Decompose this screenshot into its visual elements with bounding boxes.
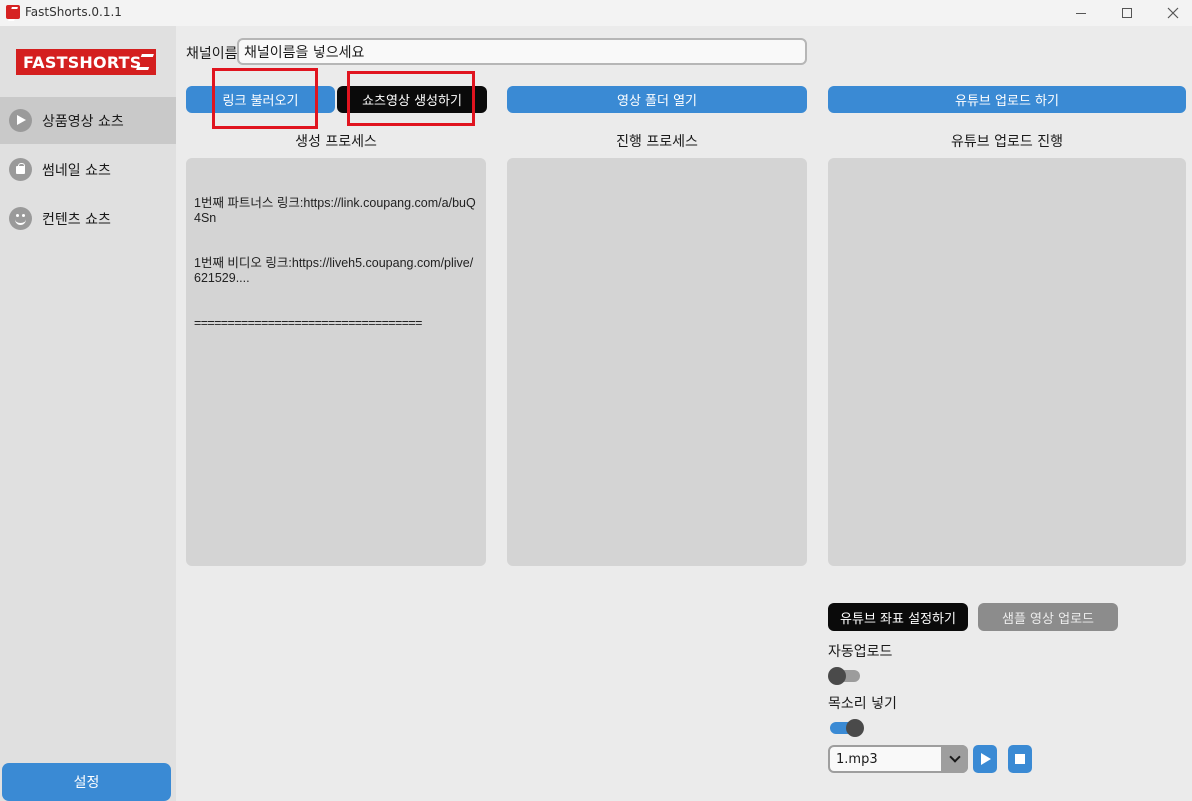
upload-progress-panel[interactable] bbox=[828, 158, 1186, 566]
maximize-button[interactable] bbox=[1104, 0, 1150, 26]
stop-voice-button[interactable] bbox=[1008, 745, 1032, 773]
brand-logo-text: FASTSHORTS bbox=[23, 52, 142, 72]
toggle-knob bbox=[828, 667, 846, 685]
channel-name-input[interactable] bbox=[237, 38, 807, 65]
sidebar-item-label: 상품영상 쇼츠 bbox=[42, 113, 124, 130]
channel-name-label: 채널이름 bbox=[186, 46, 238, 62]
auto-upload-toggle[interactable] bbox=[828, 667, 860, 685]
voice-file-value: 1.mp3 bbox=[836, 751, 878, 767]
sidebar: FASTSHORTS 상품영상 쇼츠 썸네일 쇼츠 컨텐츠 쇼츠 설정 bbox=[0, 26, 176, 801]
app-window: FastShorts.0.1.1 FASTSHORTS 상품영상 쇼츠 썸네일 … bbox=[0, 0, 1192, 801]
sample-video-upload-button[interactable]: 샘플 영상 업로드 bbox=[978, 603, 1118, 631]
bag-icon bbox=[9, 158, 32, 181]
toggle-knob bbox=[846, 719, 864, 737]
chevron-down-icon[interactable] bbox=[941, 745, 968, 773]
sidebar-item-content-shorts[interactable]: 컨텐츠 쇼츠 bbox=[0, 195, 176, 242]
settings-button[interactable]: 설정 bbox=[2, 763, 171, 801]
maximize-icon bbox=[1122, 8, 1132, 18]
annotation-box-load-links bbox=[212, 68, 318, 129]
log-line: 1번째 파트너스 링크:https://link.coupang.com/a/b… bbox=[194, 196, 476, 225]
auto-upload-label: 자동업로드 bbox=[828, 644, 893, 660]
play-voice-button[interactable] bbox=[973, 745, 997, 773]
play-icon bbox=[9, 109, 32, 132]
progress-process-panel[interactable] bbox=[507, 158, 807, 566]
sidebar-item-product-shorts[interactable]: 상품영상 쇼츠 bbox=[0, 97, 176, 144]
minimize-icon bbox=[1076, 12, 1086, 14]
create-process-log: 1번째 파트너스 링크:https://link.coupang.com/a/b… bbox=[194, 166, 478, 361]
open-video-folder-button[interactable]: 영상 폴더 열기 bbox=[507, 86, 807, 113]
brand-logo: FASTSHORTS bbox=[16, 49, 156, 75]
close-icon bbox=[1167, 7, 1179, 19]
smile-icon bbox=[9, 207, 32, 230]
log-line: 1번째 비디오 링크:https://liveh5.coupang.com/pl… bbox=[194, 256, 474, 285]
voice-toggle[interactable] bbox=[830, 719, 864, 737]
create-process-title: 생성 프로세스 bbox=[295, 134, 377, 150]
sidebar-item-thumbnail-shorts[interactable]: 썸네일 쇼츠 bbox=[0, 146, 176, 193]
sidebar-item-label: 썸네일 쇼츠 bbox=[42, 162, 111, 179]
sidebar-item-label: 컨텐츠 쇼츠 bbox=[42, 211, 111, 228]
set-youtube-coords-button[interactable]: 유튜브 좌표 설정하기 bbox=[828, 603, 968, 631]
youtube-upload-button[interactable]: 유튜브 업로드 하기 bbox=[828, 86, 1186, 113]
window-title: FastShorts.0.1.1 bbox=[25, 5, 122, 19]
upload-progress-title: 유튜브 업로드 진행 bbox=[951, 134, 1063, 150]
voice-label: 목소리 넣기 bbox=[828, 696, 897, 712]
voice-file-select[interactable]: 1.mp3 bbox=[828, 745, 968, 773]
app-logo-icon bbox=[6, 5, 20, 19]
annotation-box-create-shorts bbox=[347, 71, 475, 126]
minimize-button[interactable] bbox=[1058, 0, 1104, 26]
log-line: ================================== bbox=[194, 316, 422, 330]
title-bar: FastShorts.0.1.1 bbox=[0, 0, 1192, 26]
progress-process-title: 진행 프로세스 bbox=[616, 134, 698, 150]
close-button[interactable] bbox=[1150, 0, 1192, 26]
